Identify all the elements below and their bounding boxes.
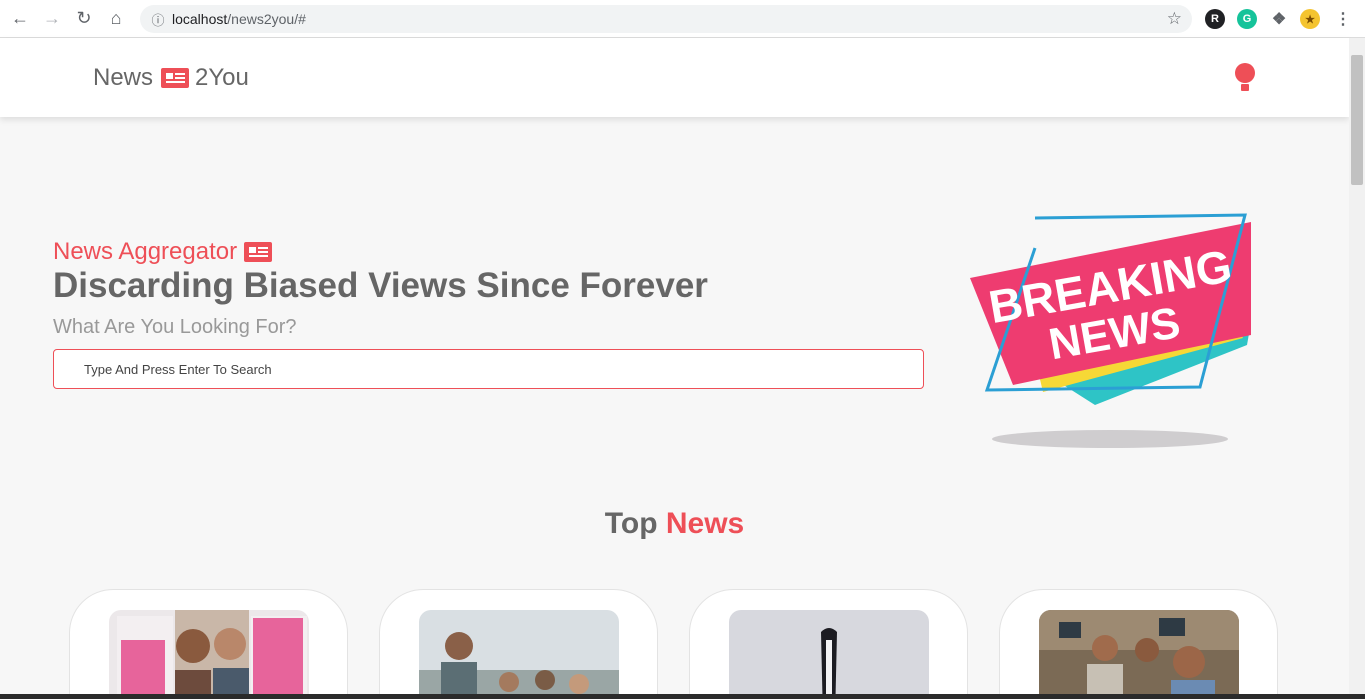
profile-avatar[interactable]: ★: [1300, 9, 1320, 29]
breaking-news-illustration: BREAKING NEWS: [970, 213, 1251, 448]
newspaper-icon: [161, 68, 190, 88]
hero-subtitle: What Are You Looking For?: [53, 316, 297, 338]
page-scrollbar[interactable]: [1349, 38, 1365, 699]
logo-text-2you: 2You: [195, 64, 249, 91]
site-info-icon[interactable]: ⓘ: [144, 10, 172, 29]
os-taskbar: [0, 694, 1365, 699]
extensions-puzzle-icon[interactable]: ❖: [1269, 9, 1289, 29]
browser-menu-icon[interactable]: ⋮: [1333, 9, 1353, 29]
lightbulb-icon[interactable]: [1235, 63, 1255, 91]
browser-toolbar: ← → ↻ ⌂ ⓘ localhost/news2you/# ☆ R G ❖ ★…: [0, 0, 1365, 38]
news-thumbnail[interactable]: [419, 610, 619, 699]
newspaper-icon: [244, 242, 273, 262]
grammarly-extension-icon[interactable]: G: [1237, 9, 1257, 29]
address-bar[interactable]: ⓘ localhost/news2you/# ☆: [140, 5, 1192, 33]
scrollbar-thumb[interactable]: [1351, 55, 1363, 185]
extension-r-icon[interactable]: R: [1205, 9, 1225, 29]
back-arrow-icon[interactable]: ←: [4, 3, 36, 35]
news-thumbnail[interactable]: [1039, 610, 1239, 699]
news-card[interactable]: [69, 589, 348, 699]
hero-title: Discarding Biased Views Since Forever: [53, 266, 708, 305]
top-news-heading-plain: Top: [604, 507, 658, 540]
reload-icon[interactable]: ↻: [68, 3, 100, 35]
hero-tagline-text: News Aggregator: [53, 238, 238, 265]
news-card[interactable]: [379, 589, 658, 699]
hero-tagline: News Aggregator: [53, 238, 273, 266]
news-card[interactable]: [999, 589, 1278, 699]
news-thumbnail[interactable]: [729, 610, 929, 699]
site-logo[interactable]: News 2You: [93, 64, 249, 92]
search-input[interactable]: [53, 349, 924, 389]
address-url[interactable]: localhost/news2you/#: [172, 11, 306, 27]
logo-text-news: News: [93, 64, 154, 91]
news-card[interactable]: [689, 589, 968, 699]
forward-arrow-icon[interactable]: →: [36, 3, 68, 35]
site-header: News 2You: [0, 38, 1349, 117]
top-news-heading: Top News: [0, 507, 1349, 541]
news-thumbnail[interactable]: [109, 610, 309, 699]
top-news-heading-accent: News: [665, 507, 745, 540]
bookmark-star-icon[interactable]: ☆: [1167, 9, 1182, 29]
home-icon[interactable]: ⌂: [100, 3, 132, 35]
